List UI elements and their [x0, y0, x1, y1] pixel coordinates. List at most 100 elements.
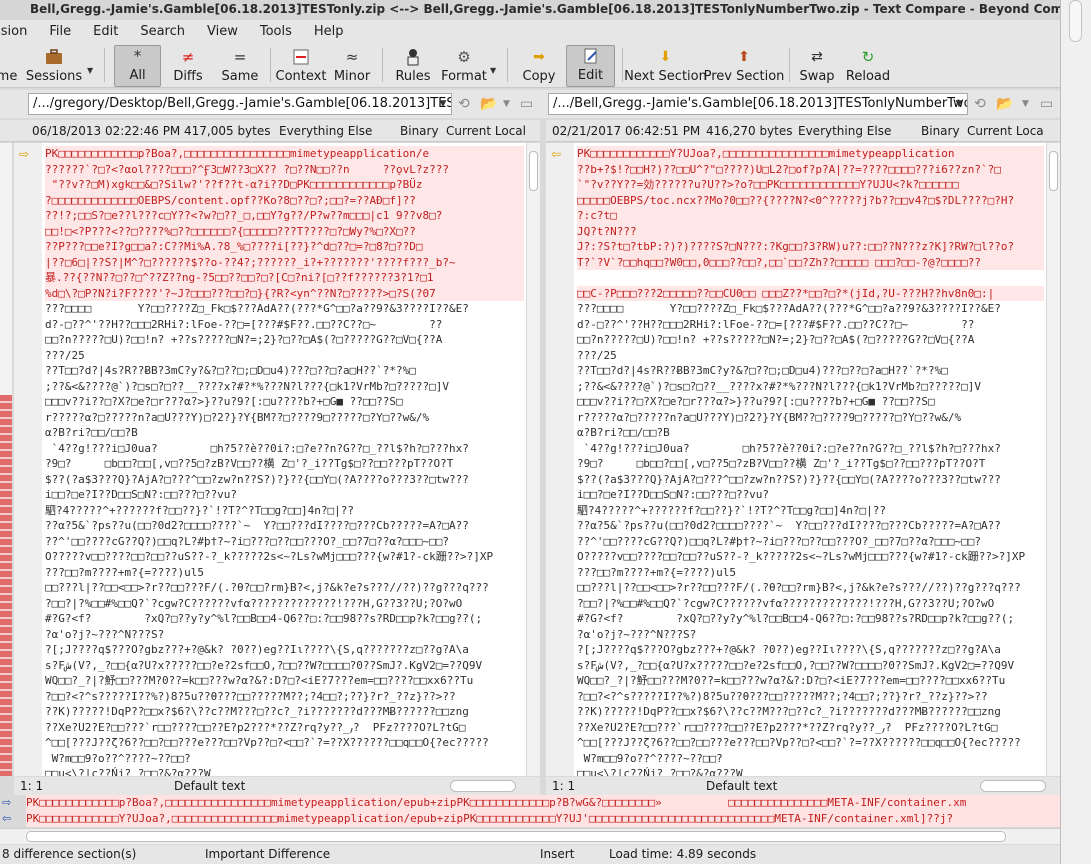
left-text-line[interactable]: i□□?□e?I??D□□S□N?:□□???□??vu?	[45, 487, 524, 503]
right-text-line[interactable]: W?m□□9?o??^????~??□□?	[577, 751, 1044, 767]
left-filter[interactable]: Everything Else	[279, 120, 372, 141]
left-path-dropdown-icon[interactable]: ▼	[434, 94, 452, 114]
left-text-line[interactable]: ??^'□□????cG??Q?)□□q?L?#þ†?~?i□???□??□□?…	[45, 534, 524, 550]
same-button[interactable]: = Same	[220, 45, 260, 87]
left-text-line[interactable]: r?????α?□?????n?a□U???Y)□?2?}?Y{BM??□???…	[45, 410, 524, 426]
right-save-icon[interactable]: ▭	[1040, 96, 1053, 112]
left-text-line[interactable]: ???□□?m????+m?{=????)ul5	[45, 565, 524, 581]
left-text-line[interactable]: ???□□□□ Y?□□????Z□_Fk□$???AdA??(???*G^□□…	[45, 301, 524, 317]
scrollbar-thumb[interactable]	[529, 151, 538, 191]
right-text-line[interactable]: O?????v□□????□□?□□??uS??-?_k?????2s<~?Ls…	[577, 549, 1044, 565]
right-text-line[interactable]: ??α?5&`?ps??u(□□?0d2?□□□□????`~ Y?□□???d…	[577, 518, 1044, 534]
left-text-line[interactable]: WQ□□?_?|?魣□□???M?0??=k□□???w?α?&?:D?□?<i…	[45, 673, 524, 689]
left-text-line[interactable]: |??□6□|??S?|M^?□??????$??o-??4?;??????_i…	[45, 254, 524, 270]
left-text-line[interactable]: ?□□□□□□□□□□□□□OEBPS/content.opf??Ko?8□??…	[45, 192, 524, 208]
scrollbar-thumb[interactable]	[1069, 0, 1082, 42]
left-folder-dropdown-icon[interactable]: ▼	[503, 99, 510, 109]
right-text-line[interactable]: ^□□[???J??ζ?6??□□?□□???e???□□?Vp??□?<□□?…	[577, 735, 1044, 751]
right-folder-icon[interactable]: 📂	[996, 96, 1013, 112]
right-text-line[interactable]: s?Fش(V?,_?□□{α?U?x?????□□?e?2sf□□O,?□□??…	[577, 658, 1044, 674]
menu-file[interactable]: File	[38, 24, 82, 39]
format-dropdown-icon[interactable]: ▼	[490, 66, 496, 75]
right-text-line[interactable]: ?9□? □b□□?□□[,v□??5□?zB?V□□??横 Z□'?_i??T…	[577, 456, 1044, 472]
prev-section-button[interactable]: ⬆ Prev Section	[704, 45, 785, 87]
right-text-line[interactable]: ??^'□□????cG??Q?)□□q?L?#þ†?~?i□???□??□□?…	[577, 534, 1044, 550]
right-encoding[interactable]: Default text	[706, 777, 777, 795]
right-text-line[interactable]: ??b+?$!?□□H?)??□□U^?"□????)U□L2?□of?p?A|…	[577, 161, 1044, 177]
left-text-line[interactable]: %d□\?□P?N?i?F????'?~J?□□□???□□?□}{?R?<yn…	[45, 285, 524, 301]
left-mode[interactable]: Binary	[400, 120, 439, 141]
right-horizontal-scrollbar[interactable]	[980, 780, 1046, 792]
all-button[interactable]: * All	[114, 45, 161, 87]
difference-overview-strip[interactable]	[0, 143, 12, 776]
left-save-icon[interactable]: ▭	[520, 96, 533, 112]
right-text-line[interactable]: d?-□??^'??H??□□□2RHi?:lFoe-??□=[???#$F??…	[577, 317, 1044, 333]
right-text-line[interactable]: ?:c?t□	[577, 208, 1044, 224]
left-folder-icon[interactable]: 📂	[480, 96, 497, 112]
right-text-line[interactable]: □□?n?????□U)?□□!n? +??s?????□N?=;2}?□??□…	[577, 332, 1044, 348]
right-refresh-icon[interactable]: ⟲	[974, 96, 986, 112]
left-text-line[interactable]: ?9□? □b□□?□□[,v□??5□?zB?V□□??横 Z□'?_i??T…	[45, 456, 524, 472]
left-text-line[interactable]: ^□□[???J??ζ?6??□□?□□???e???□□?Vp??□?<□□?…	[45, 735, 524, 751]
right-mode[interactable]: Binary	[921, 120, 960, 141]
left-text-line[interactable]: ??P???□□e?I?g□□a?:C??Mi%A.?8_%□????i[??}…	[45, 239, 524, 255]
right-text-line[interactable]: ?□□?<?^s?????I??%?)8?5u??θ???□□?????M??;…	[577, 689, 1044, 705]
right-text-line[interactable]: `"?v??Y??=効??????u?U??>?o?□□PK□□□□□□□□□□…	[577, 177, 1044, 193]
right-text-line[interactable]: T?`?V`?□□hq□□?W0□□,0□□□??□□?,□□`□□?Zh??□…	[577, 254, 1044, 270]
left-lines[interactable]: PK□□□□□□□□□□□□p?Boa?,□□□□□□□□□□□□□□□□mim…	[45, 146, 524, 776]
menu-search[interactable]: Search	[129, 24, 196, 39]
line-compare-bottom[interactable]: PK□□□□□□□□□□□□Y?UJoa?,□□□□□□□□□□□□□□□□mi…	[26, 811, 1060, 827]
right-path-dropdown-icon[interactable]: ▼	[950, 94, 968, 114]
left-encoding[interactable]: Default text	[174, 777, 245, 795]
right-text-line[interactable]: 駟?4?????^+??????f?□□??}?`!?T?^?T□□g?□□]4…	[577, 503, 1044, 519]
right-text-line[interactable]: α?B?ri?□□/□□?B	[577, 425, 1044, 441]
right-vertical-scrollbar[interactable]	[1046, 143, 1060, 776]
left-text-line[interactable]: PK□□□□□□□□□□□□p?Boa?,□□□□□□□□□□□□□□□□mim…	[45, 146, 524, 162]
context-button[interactable]: Context	[276, 45, 326, 87]
right-text-line[interactable]: ??T□□?d?|4s?R??ɃB?3mC?y?&?□??□;□D□u4)???…	[577, 363, 1044, 379]
right-text-line[interactable]: #?G?<f? ?xQ?□??y?y^%l?□□B□□4-Q6??□:?□□98…	[577, 611, 1044, 627]
left-text-line[interactable]: □□!□<?P???<??□????%□??□□□□□□?{□□□□□???T?…	[45, 223, 524, 239]
scrollbar-thumb[interactable]	[1049, 151, 1058, 191]
swap-button[interactable]: ⇄ Swap	[799, 45, 834, 87]
right-text-pane[interactable]: ⇦ PK□□□□□□□□□□□□Y?UJoa?,□□□□□□□□□□□□□□□□…	[546, 143, 1060, 776]
left-vertical-scrollbar[interactable]	[526, 143, 540, 776]
left-text-line[interactable]: ?□□?|?%□□#%□□Q?`?cgw?C??????vfα?????????…	[45, 596, 524, 612]
left-text-line[interactable]: ??T□□?d?|4s?R??ɃB?3mC?y?&?□??□;□D□u4)???…	[45, 363, 524, 379]
left-refresh-icon[interactable]: ⟲	[458, 96, 470, 112]
right-text-line[interactable]: □□□□□OEBPS/toc.ncx??Mo?0□□??{????N?<0^??…	[577, 192, 1044, 208]
left-text-line[interactable]: "??v??□M)xgk□□&□?Silw?'??f??t-α?i??D□PK□…	[45, 177, 524, 193]
right-text-line[interactable]: r?????α?□?????n?a□U???Y)□?2?}?Y{BM??□???…	[577, 410, 1044, 426]
left-text-line[interactable]: ??α?5&`?ps??u(□□?0d2?□□□□????`~ Y?□□???d…	[45, 518, 524, 534]
left-text-line[interactable]: s?Fش(V?,_?□□{α?U?x?????□□?e?2sf□□O,?□□??…	[45, 658, 524, 674]
right-text-line[interactable]: ???/25	[577, 348, 1044, 364]
diffs-button[interactable]: ≠ Diffs	[170, 45, 206, 87]
left-text-line[interactable]: ?[;J????q$???O?gbz???+?@&k? ?0??)eg??Iι?…	[45, 642, 524, 658]
right-filter[interactable]: Everything Else	[798, 120, 891, 141]
next-section-button[interactable]: ⬇ Next Section	[624, 45, 707, 87]
left-text-line[interactable]: □□?n?????□U)?□□!n? +??s?????□N?=;2}?□??□…	[45, 332, 524, 348]
left-text-line[interactable]: ???/25	[45, 348, 524, 364]
right-text-line[interactable]: $??(?a$3???Q}?AjA?□???^□□?zw?n??S?)?}??{…	[577, 472, 1044, 488]
left-text-line[interactable]: O?????v□□????□□?□□??uS??-?_k?????2s<~?Ls…	[45, 549, 524, 565]
line-compare-top[interactable]: PK□□□□□□□□□□□□p?Boa?,□□□□□□□□□□□□□□□□mim…	[26, 795, 1060, 811]
left-text-line[interactable]: d?-□??^'??H??□□□2RHi?:lFoe-??□=[???#$F??…	[45, 317, 524, 333]
rules-button[interactable]: Rules	[394, 45, 432, 87]
right-text-line[interactable]: □□???l|??□□<□□>?r??□□???F/(.?θ?□□?rm}B?<…	[577, 580, 1044, 596]
left-text-line[interactable]: ??????`?□?<?αol????□□□?^Ӻ3□W??3□X?? ?□??…	[45, 161, 524, 177]
left-text-line[interactable]: ??!?;□□S?□e??l???c□Y??<?w?□??_□,□□Y?g??/…	[45, 208, 524, 224]
right-text-line[interactable]: ??K)?????!DqP??□□x?$6?\??c??M???□??c?_?i…	[577, 704, 1044, 720]
right-text-line[interactable]: ?α'o?j?~???^N???S?	[577, 627, 1044, 643]
right-text-line[interactable]: ???□□?m????+m?{=????)ul5	[577, 565, 1044, 581]
right-text-line[interactable]: ?□□?|?%□□#%□□Q?`?cgw?C??????vfα?????????…	[577, 596, 1044, 612]
left-text-line[interactable]: ??K)?????!DqP??□□x?$6?\??c??M???□??c?_?i…	[45, 704, 524, 720]
right-text-line[interactable]: PK□□□□□□□□□□□□Y?UJoa?,□□□□□□□□□□□□□□□□mi…	[577, 146, 1044, 162]
left-text-line[interactable]: W?m□□9?o??^????~??□□?	[45, 751, 524, 767]
left-text-line[interactable]: □□u<\?|c??Ńj?_?□□?&?α???W	[45, 766, 524, 776]
left-text-line[interactable]: ;??&<&????@`)?□s□?□??__????x?#?*%???N?l?…	[45, 379, 524, 395]
left-text-line[interactable]: 駟?4?????^+??????f?□□??}?`!?T?^?T□□g?□□]4…	[45, 503, 524, 519]
right-text-line[interactable]: ?[;J????q$???O?gbz???+?@&k? ?0??)eg??Iι?…	[577, 642, 1044, 658]
desktop-scrollbar[interactable]	[1060, 0, 1091, 864]
edit-button[interactable]: Edit	[566, 45, 615, 87]
left-text-line[interactable]: □□□v??i??□?X?□e?□r???α?>}??u?9?[:□u????b…	[45, 394, 524, 410]
